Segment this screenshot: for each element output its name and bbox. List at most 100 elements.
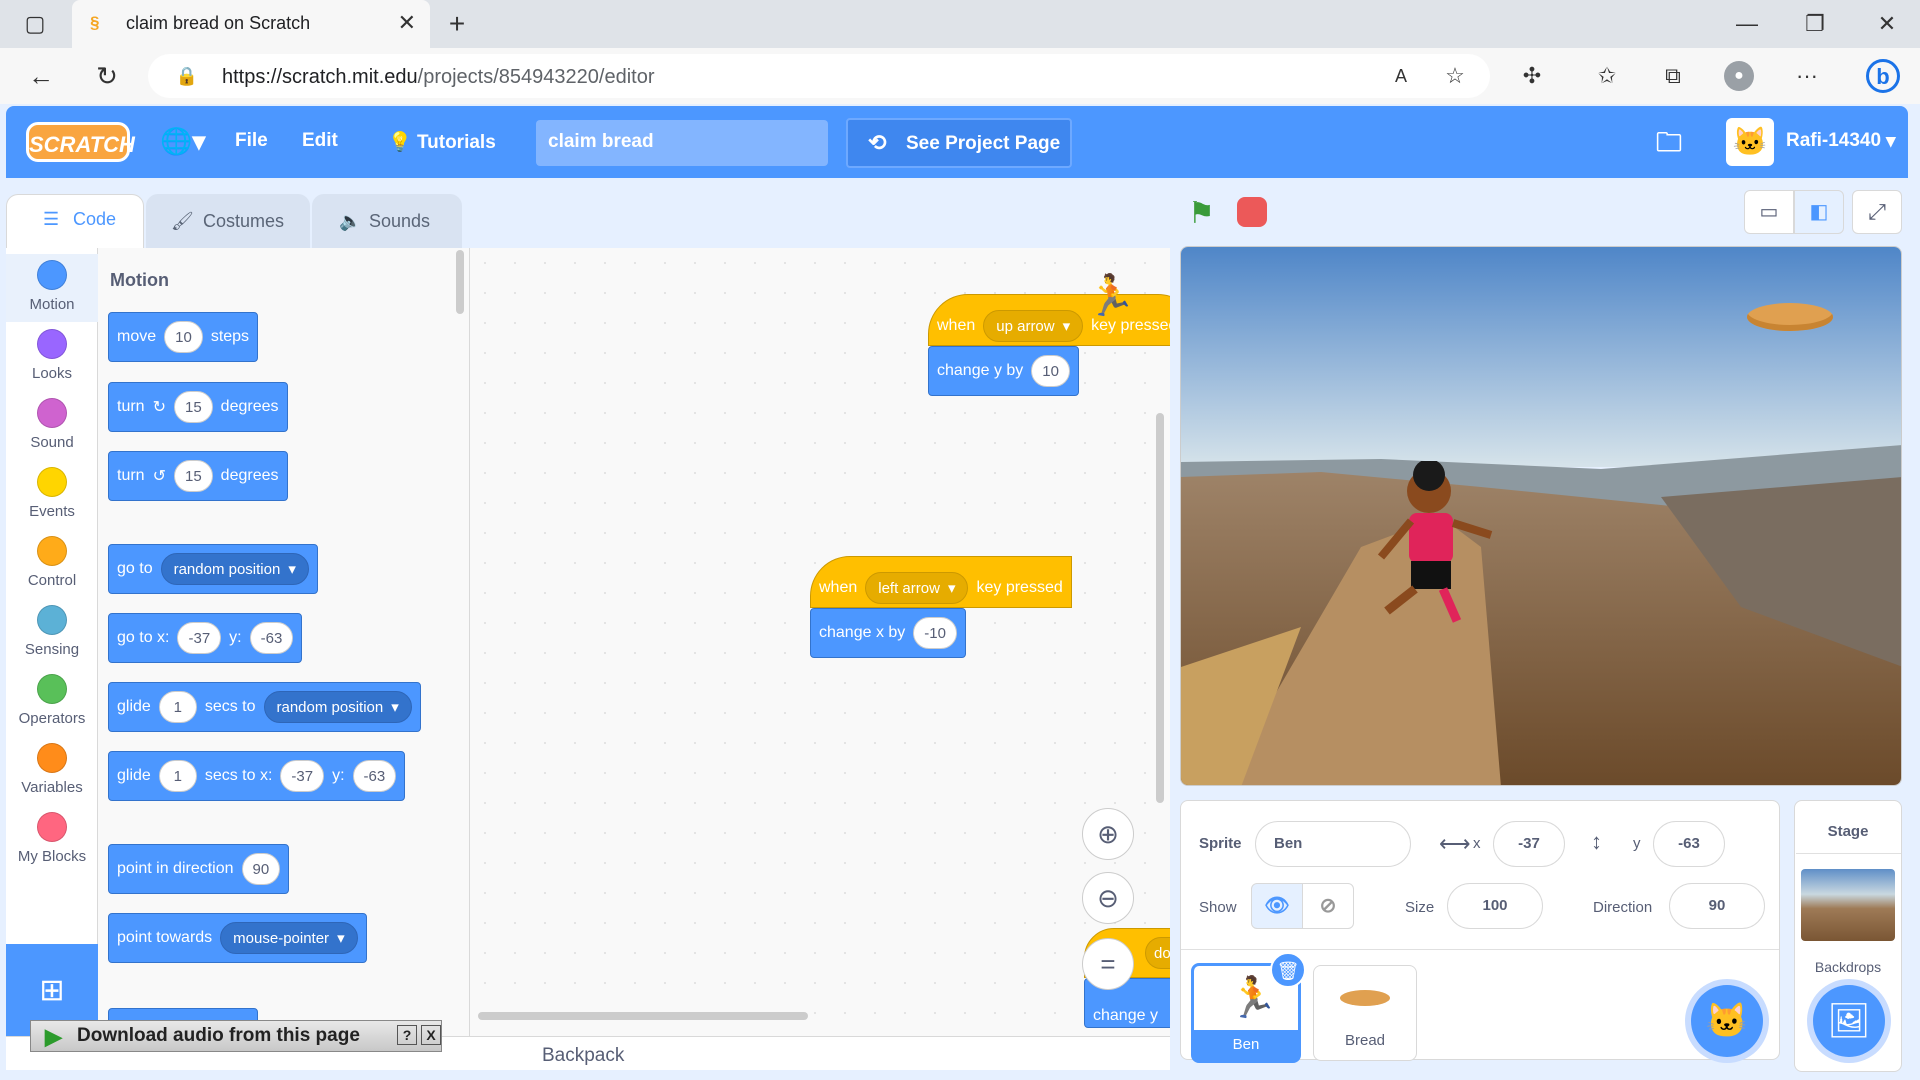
account-chevron-down-icon[interactable]: ▾ [1886, 130, 1896, 153]
collections-icon[interactable]: ⧉ [1658, 61, 1688, 91]
change-y-input[interactable]: 10 [1031, 355, 1070, 387]
new-tab-icon[interactable]: + [442, 9, 472, 39]
secs-input[interactable]: 1 [158, 691, 197, 723]
sprite-tile-ben[interactable]: 🏃 Ben 🗑 [1191, 952, 1306, 1063]
language-globe-icon[interactable]: 🌐▾ [160, 126, 205, 157]
tab-sounds[interactable]: 🔈 Sounds [312, 194, 462, 248]
more-icon[interactable]: ··· [1792, 61, 1822, 91]
browser-tab[interactable]: § claim bread on Scratch ✕ [72, 0, 430, 48]
size-input[interactable]: 100 [1447, 883, 1543, 929]
point-in-direction-block[interactable]: point in direction 90 [108, 844, 290, 894]
tab-costumes[interactable]: 🖌 Costumes [146, 194, 310, 248]
add-favorite-icon[interactable]: ☆ [1440, 61, 1470, 91]
category-events[interactable]: Events [6, 461, 98, 529]
read-aloud-icon[interactable]: A [1386, 61, 1416, 91]
url-field[interactable]: 🔒 https://scratch.mit.edu/projects/85494… [148, 54, 1490, 98]
category-sound[interactable]: Sound [6, 392, 98, 460]
stop-icon[interactable] [1237, 197, 1267, 227]
category-looks[interactable]: Looks [6, 323, 98, 391]
see-project-page-button[interactable]: ⟲ See Project Page [846, 118, 1072, 168]
glide-to-xy-block[interactable]: glide 1 secs to x: -37 y: -63 [108, 751, 406, 801]
small-stage-icon[interactable]: ▭ [1744, 190, 1794, 234]
glide-to-block[interactable]: glide 1 secs to random position [108, 682, 421, 732]
degrees-input[interactable]: 15 [173, 391, 213, 423]
stage-target-panel[interactable]: Stage Backdrops 🖼 [1794, 800, 1902, 1072]
steps-input[interactable]: 10 [164, 321, 203, 353]
hide-eye-icon[interactable]: ⊘ [1302, 883, 1354, 929]
choose-sprite-cat-icon[interactable]: 🐱 [1691, 985, 1763, 1057]
extensions-icon[interactable]: ✣ [1517, 61, 1547, 91]
change-x-block[interactable]: change x by -10 [810, 608, 966, 658]
workspace-vertical-scrollbar[interactable] [1156, 413, 1164, 803]
tab-actions-icon[interactable]: ▢ [20, 9, 50, 39]
code-workspace[interactable]: whenup arrowkey pressed change y by10 🏃 … [470, 248, 1170, 1038]
point-towards-block[interactable]: point towards mouse-pointer [108, 913, 367, 963]
palette-scrollbar[interactable] [456, 250, 464, 314]
when-key-pressed-hat-block[interactable]: when left arrow key pressed [810, 556, 1072, 608]
turn-left-block[interactable]: turn ↺ 15 degrees [108, 451, 288, 501]
y-input[interactable]: -63 [352, 760, 397, 792]
choose-backdrop-icon[interactable]: 🖼 [1813, 985, 1885, 1057]
lock-icon[interactable]: 🔒 [172, 61, 202, 91]
bing-icon[interactable]: b [1866, 59, 1900, 93]
change-x-input[interactable]: -10 [913, 617, 957, 649]
x-input[interactable]: -37 [177, 622, 222, 654]
category-variables[interactable]: Variables [6, 737, 98, 805]
close-tab-icon[interactable]: ✕ [398, 10, 416, 36]
category-control[interactable]: Control [6, 530, 98, 598]
bread-sprite[interactable] [1747, 303, 1833, 331]
edit-menu[interactable]: Edit [302, 130, 338, 152]
tutorials-button[interactable]: 💡 Tutorials [388, 130, 496, 154]
my-stuff-folder-icon[interactable]: 🗀 [1656, 124, 1682, 168]
fullscreen-icon[interactable]: ⤢ [1852, 190, 1902, 234]
zoom-in-icon[interactable]: ⊕ [1082, 808, 1134, 860]
category-operators[interactable]: Operators [6, 668, 98, 736]
stage-canvas[interactable] [1180, 246, 1902, 786]
back-icon[interactable]: ← [26, 61, 56, 91]
username-menu[interactable]: Rafi-14340 [1786, 130, 1881, 152]
key-dropdown[interactable]: left arrow [865, 572, 969, 604]
zoom-reset-icon[interactable]: = [1082, 938, 1134, 990]
glide-target-dropdown[interactable]: random position [263, 691, 412, 723]
ben-sprite[interactable] [1367, 461, 1497, 631]
partial-dropdown[interactable]: do [1145, 937, 1170, 969]
x-position-input[interactable]: -37 [1493, 821, 1565, 867]
key-dropdown[interactable]: up arrow [983, 310, 1084, 342]
y-position-input[interactable]: -63 [1653, 821, 1725, 867]
show-eye-icon[interactable]: 👁 [1251, 883, 1303, 929]
change-y-block[interactable]: change y by 10 [928, 346, 1079, 396]
degrees-input[interactable]: 15 [173, 460, 213, 492]
green-flag-icon[interactable]: ⚑ [1188, 196, 1215, 231]
close-icon[interactable]: X [421, 1025, 441, 1045]
zoom-out-icon[interactable]: ⊖ [1082, 872, 1134, 924]
secs-input[interactable]: 1 [158, 760, 197, 792]
sprite-tile-bread[interactable]: Bread [1313, 965, 1417, 1061]
download-audio-bar[interactable]: ▶ Download audio from this page ? X [30, 1020, 442, 1052]
minimize-icon[interactable]: — [1732, 9, 1762, 39]
direction-input[interactable]: 90 [241, 853, 281, 885]
direction-input[interactable]: 90 [1669, 883, 1765, 929]
scratch-logo[interactable]: SCRATCH [26, 122, 135, 162]
close-window-icon[interactable]: ✕ [1872, 9, 1902, 39]
workspace-horizontal-scrollbar[interactable] [478, 1012, 808, 1020]
move-steps-block[interactable]: move 10 steps [108, 312, 259, 362]
delete-trash-icon[interactable]: 🗑 [1270, 952, 1306, 988]
restore-icon[interactable]: ❐ [1800, 9, 1830, 39]
x-input[interactable]: -37 [280, 760, 325, 792]
favorites-icon[interactable]: ✩ [1592, 61, 1622, 91]
go-to-block[interactable]: go to random position [108, 544, 318, 594]
refresh-icon[interactable]: ↻ [92, 61, 122, 91]
towards-dropdown[interactable]: mouse-pointer [220, 922, 358, 954]
help-icon[interactable]: ? [397, 1025, 417, 1045]
y-input[interactable]: -63 [249, 622, 294, 654]
normal-stage-icon[interactable]: ◧ [1794, 190, 1844, 234]
goto-target-dropdown[interactable]: random position [160, 553, 309, 585]
go-to-xy-block[interactable]: go to x: -37 y: -63 [108, 613, 303, 663]
category-motion[interactable]: Motion [6, 254, 98, 322]
sprite-name-input[interactable]: Ben [1255, 821, 1411, 867]
turn-right-block[interactable]: turn ↻ 15 degrees [108, 382, 288, 432]
category-my-blocks[interactable]: My Blocks [6, 806, 98, 874]
profile-icon[interactable]: ● [1724, 61, 1754, 91]
file-menu[interactable]: File [235, 130, 268, 152]
user-avatar[interactable]: 🐱 [1726, 118, 1774, 166]
